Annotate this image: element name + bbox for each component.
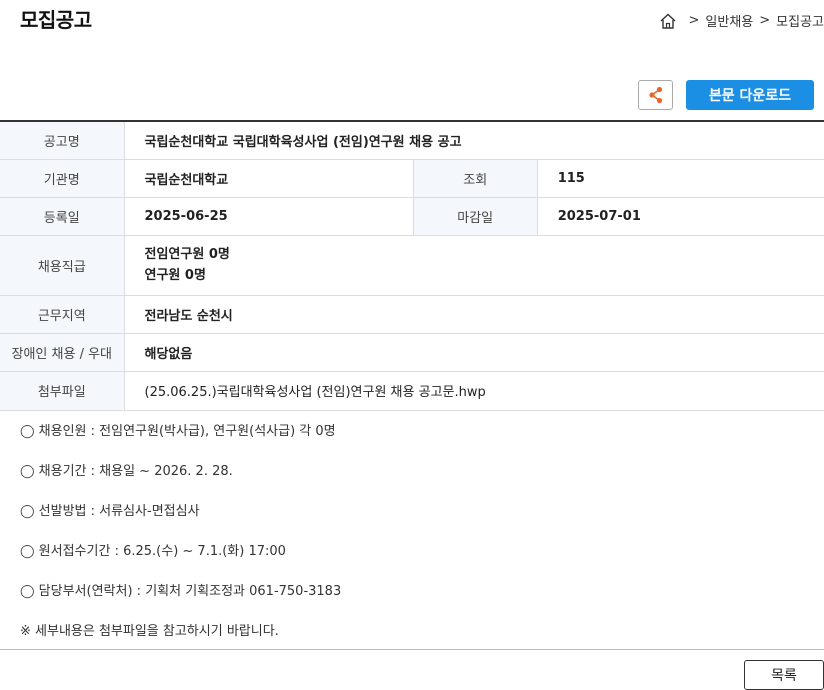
breadcrumb-item-notice[interactable]: 모집공고 (776, 11, 824, 30)
download-body-button[interactable]: 본문 다운로드 (686, 80, 814, 110)
body-line: ◯ 채용인원 : 전임연구원(박사급), 연구원(석사급) 각 0명 (20, 424, 336, 439)
table-row: 장애인 채용 / 우대 해당없음 (0, 333, 824, 372)
attachment-label: 첨부파일 (0, 371, 125, 411)
page-title: 모집공고 (20, 8, 92, 32)
table-row: 공고명 국립순천대학교 국립대학육성사업 (전임)연구원 채용 공고 (0, 121, 824, 160)
org-label: 기관명 (0, 159, 125, 198)
disability-label: 장애인 채용 / 우대 (0, 333, 125, 372)
share-button[interactable] (638, 80, 673, 110)
region-value: 전라남도 순천시 (124, 295, 824, 334)
notice-info-table: 공고명 국립순천대학교 국립대학육성사업 (전임)연구원 채용 공고 기관명 국… (0, 120, 824, 411)
views-label: 조회 (412, 159, 538, 198)
body-line: ◯ 원서접수기간 : 6.25.(수) ~ 7.1.(화) 17:00 (20, 544, 286, 559)
position-value: 전임연구원 0명 연구원 0명 (124, 235, 824, 296)
notice-name-value: 국립순천대학교 국립대학육성사업 (전임)연구원 채용 공고 (124, 121, 824, 160)
org-value: 국립순천대학교 (124, 159, 414, 198)
position-item: 연구원 0명 (144, 268, 206, 283)
home-icon[interactable] (659, 12, 677, 30)
position-item: 전임연구원 0명 (144, 247, 230, 262)
views-value: 115 (537, 159, 824, 198)
breadcrumb-separator: > (759, 13, 771, 28)
table-row: 근무지역 전라남도 순천시 (0, 295, 824, 334)
divider (0, 649, 824, 650)
deadline-value: 2025-07-01 (537, 197, 824, 236)
table-row: 채용직급 전임연구원 0명 연구원 0명 (0, 235, 824, 296)
disability-value: 해당없음 (124, 333, 824, 372)
reg-date-value: 2025-06-25 (124, 197, 414, 236)
list-button[interactable]: 목록 (744, 660, 824, 690)
breadcrumb-separator: > (688, 13, 700, 28)
body-line: ◯ 선발방법 : 서류심사-면접심사 (20, 504, 200, 519)
share-icon (648, 86, 662, 104)
table-row: 등록일 2025-06-25 마감일 2025-07-01 (0, 197, 824, 236)
deadline-label: 마감일 (412, 197, 538, 236)
reg-date-label: 등록일 (0, 197, 125, 236)
body-line: ◯ 담당부서(연락처) : 기획처 기획조정과 061-750-3183 (20, 584, 342, 599)
body-line: ◯ 채용기간 : 채용일 ~ 2026. 2. 28. (20, 464, 233, 479)
table-row: 첨부파일 (25.06.25.)국립대학육성사업 (전임)연구원 채용 공고문.… (0, 371, 824, 411)
breadcrumb: > 일반채용 > 모집공고 (659, 11, 824, 30)
body-line: ※ 세부내용은 첨부파일을 참고하시기 바랍니다. (20, 624, 279, 639)
attachment-link[interactable]: (25.06.25.)국립대학육성사업 (전임)연구원 채용 공고문.hwp (124, 371, 824, 411)
table-row: 기관명 국립순천대학교 조회 115 (0, 159, 824, 198)
position-label: 채용직급 (0, 235, 125, 296)
notice-name-label: 공고명 (0, 121, 125, 160)
region-label: 근무지역 (0, 295, 125, 334)
notice-body: ◯ 채용인원 : 전임연구원(박사급), 연구원(석사급) 각 0명 ◯ 채용기… (20, 422, 341, 662)
breadcrumb-item-general-hiring[interactable]: 일반채용 (705, 11, 753, 30)
